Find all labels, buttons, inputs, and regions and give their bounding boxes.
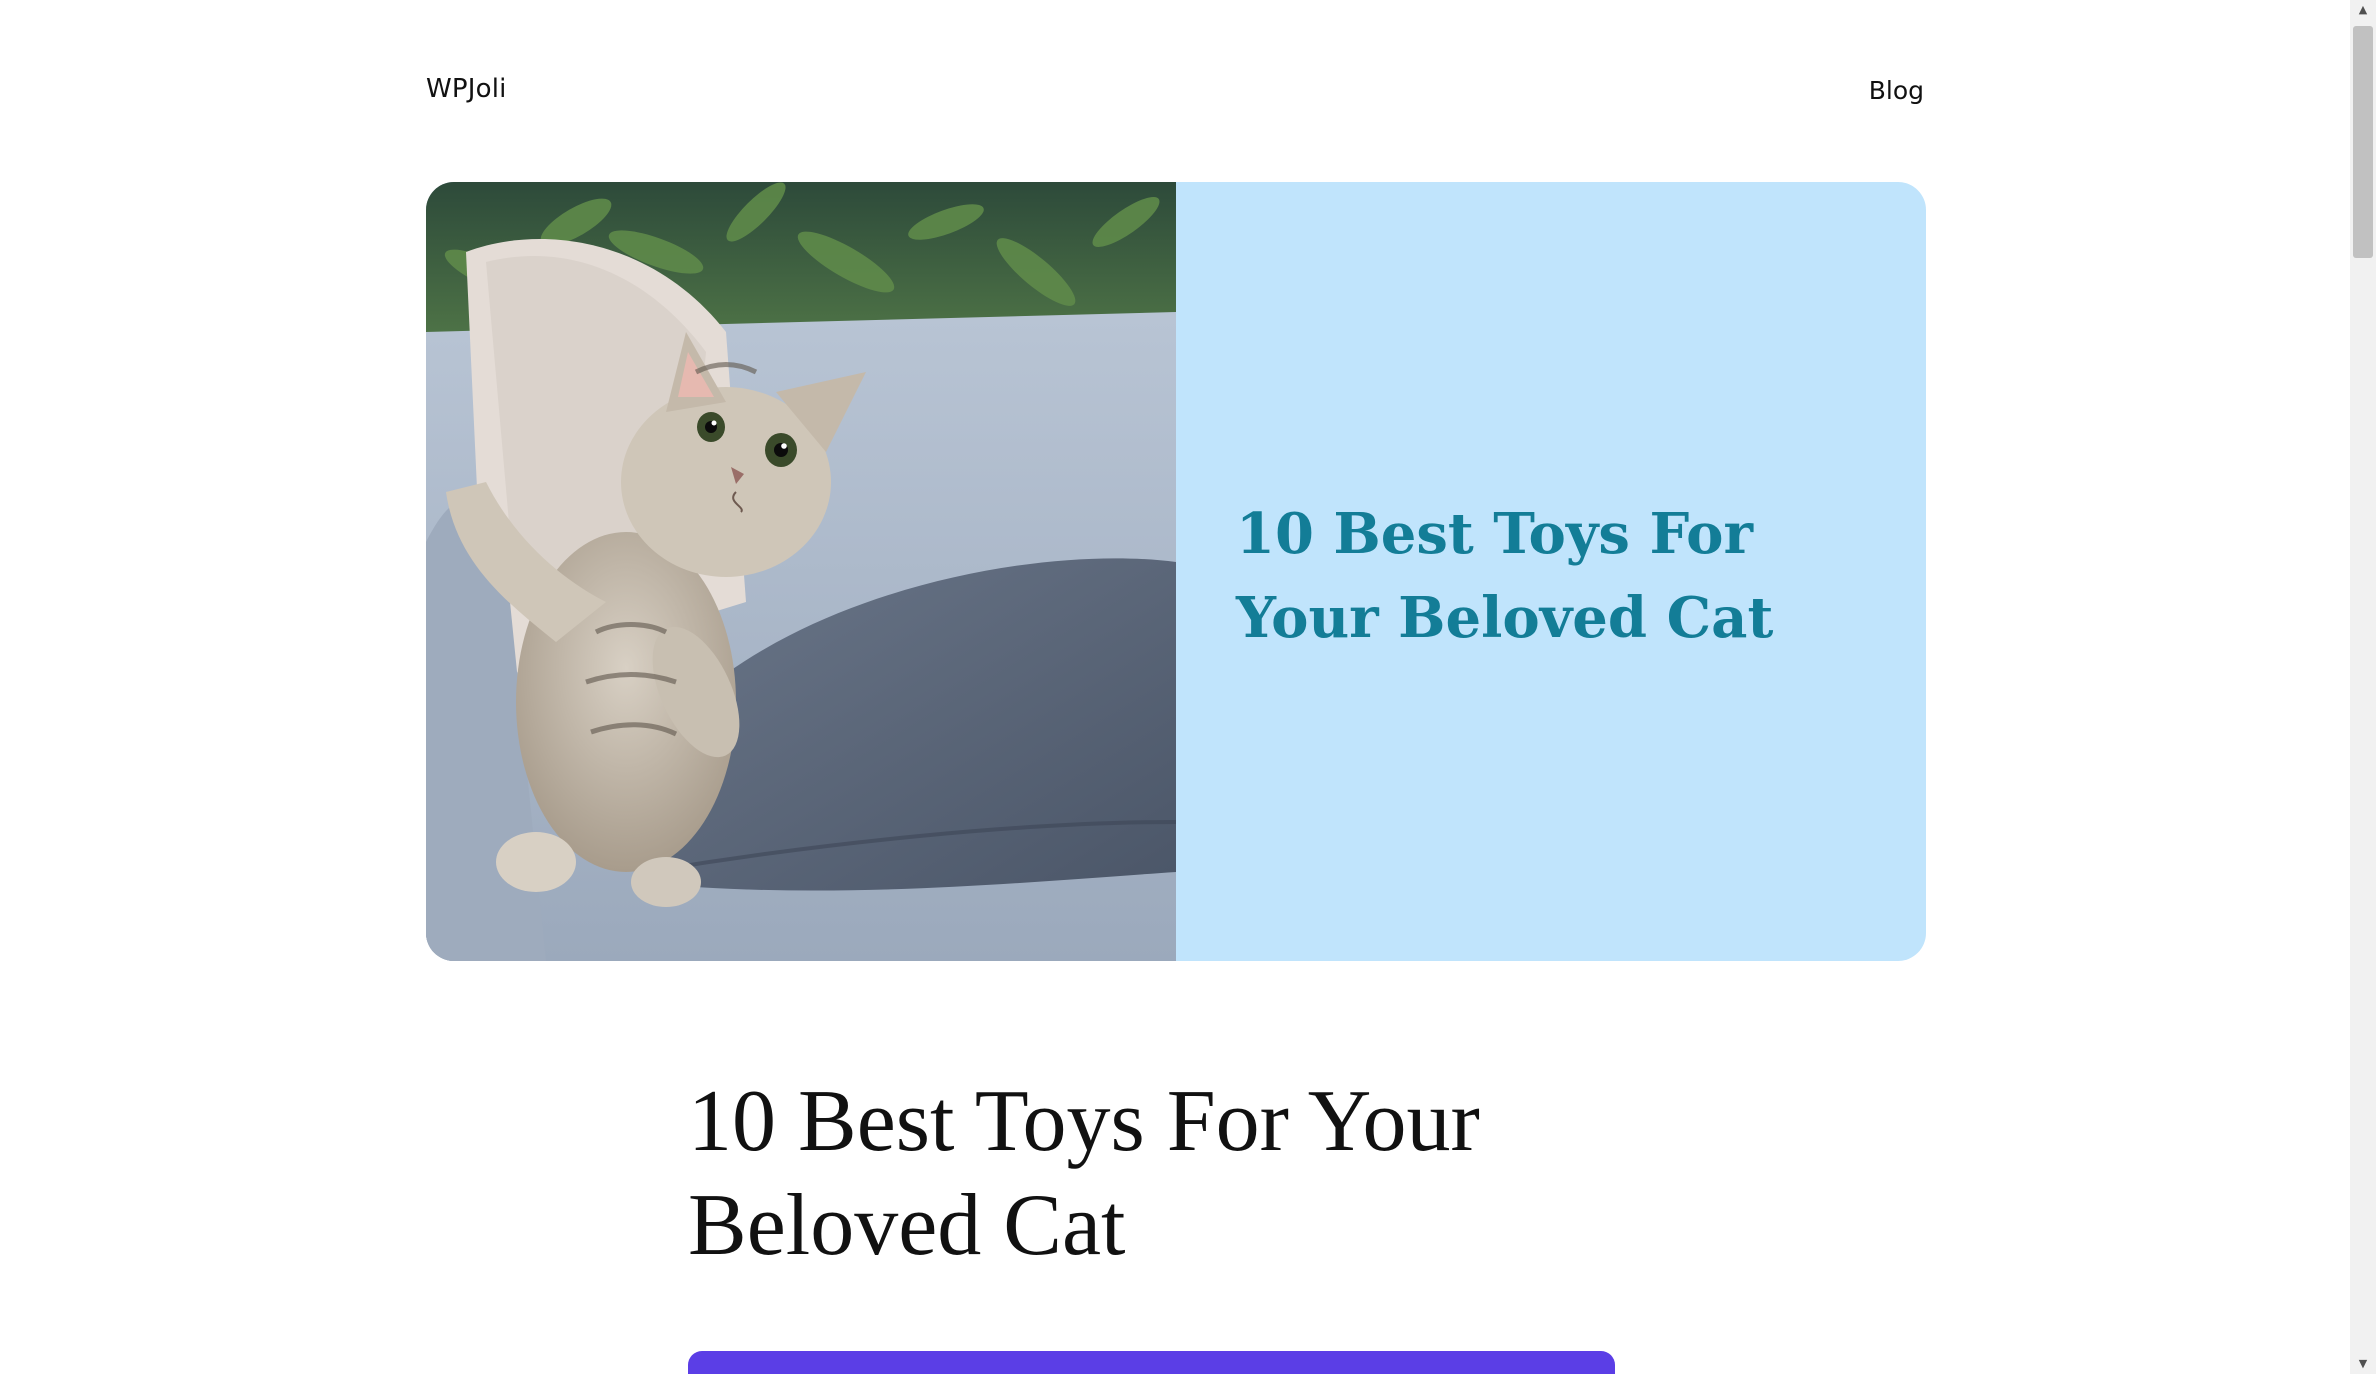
nav-link-blog[interactable]: Blog (1869, 76, 1924, 105)
cat-photo (426, 182, 1176, 961)
page: WPJoli Blog 10 Best Toys For Your Belove… (0, 0, 2350, 1374)
scroll-down-icon[interactable]: ▼ (2350, 1354, 2376, 1374)
scroll-up-icon[interactable]: ▲ (2350, 0, 2376, 20)
featured-headline: 10 Best Toys For Your Beloved Cat (1236, 501, 1774, 651)
scrollbar[interactable]: ▲ ▼ (2350, 0, 2376, 1374)
scroll-thumb[interactable] (2353, 26, 2373, 258)
site-title[interactable]: WPJoli (426, 74, 507, 104)
cat-illustration (426, 182, 1176, 961)
featured-image: 10 Best Toys For Your Beloved Cat (426, 182, 1926, 961)
post-title: 10 Best Toys For Your Beloved Cat (688, 1073, 1480, 1274)
cta-button[interactable] (688, 1351, 1615, 1374)
featured-text-panel: 10 Best Toys For Your Beloved Cat (1176, 182, 1926, 961)
